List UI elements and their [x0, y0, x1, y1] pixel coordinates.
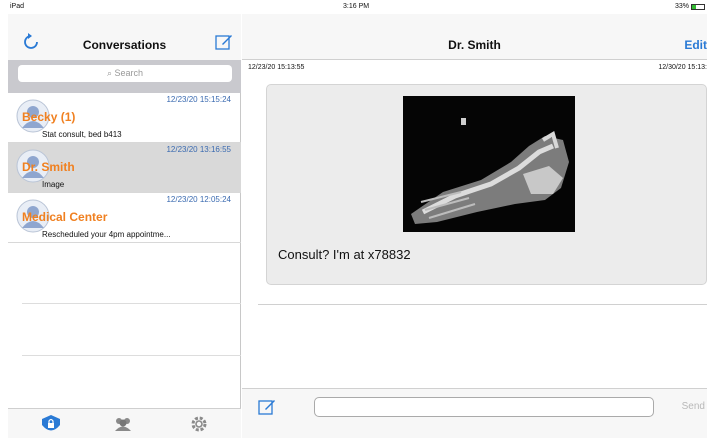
- clock: 3:16 PM: [343, 3, 370, 10]
- edit-button[interactable]: Edit: [684, 38, 707, 52]
- send-button[interactable]: Send: [682, 401, 705, 412]
- ipad-screen: iPad 3:16 PM 33% Conversations ⌕ Search: [8, 0, 707, 438]
- xray-image[interactable]: [403, 96, 575, 232]
- battery-percent: 33%: [674, 3, 689, 10]
- list-separator: [22, 303, 241, 304]
- message-input[interactable]: [314, 397, 654, 417]
- message-divider: [258, 304, 707, 305]
- conversation-item-dr-smith[interactable]: 12/23/20 13:16:55 Dr. Smith Image: [8, 143, 241, 193]
- conversation-preview: Image: [42, 180, 65, 189]
- battery-icon: [691, 3, 705, 10]
- conversation-name: Dr. Smith: [22, 160, 75, 174]
- attach-compose-icon[interactable]: [258, 398, 276, 416]
- compose-icon[interactable]: [215, 33, 233, 51]
- conversation-time: 12/23/20 12:05:24: [166, 195, 231, 204]
- message-timestamp: 12/23/20 15:13:55: [248, 64, 305, 71]
- message-timestamp-right: 12/30/20 15:13:: [658, 64, 707, 71]
- list-separator: [22, 355, 241, 356]
- chat-title: Dr. Smith: [448, 38, 501, 52]
- chat-pane: Dr. Smith Edit 12/23/20 15:13:55 12/30/2…: [242, 14, 707, 438]
- conversation-preview: Stat consult, bed b413: [42, 130, 122, 139]
- device-label: iPad: [10, 3, 25, 10]
- message-bubble[interactable]: Consult? I'm at x78832: [266, 84, 707, 285]
- search-placeholder: Search: [114, 68, 144, 78]
- search-icon: ⌕: [106, 68, 112, 78]
- search-bar: ⌕ Search: [8, 60, 241, 93]
- message-text: Consult? I'm at x78832: [278, 247, 411, 262]
- status-bar: iPad 3:16 PM 33%: [8, 0, 707, 14]
- conversation-list-header: Conversations: [8, 14, 241, 60]
- chat-header: Dr. Smith Edit: [242, 14, 707, 60]
- conversation-name: Medical Center: [22, 210, 108, 224]
- page-title: Conversations: [82, 38, 167, 52]
- conversation-item-medical-center[interactable]: 12/23/20 12:05:24 Medical Center Resched…: [8, 193, 241, 243]
- gear-icon[interactable]: [188, 414, 210, 434]
- battery-indicator: 33%: [675, 3, 705, 10]
- compose-bar: Send: [242, 388, 707, 438]
- conversation-name: Becky (1): [22, 110, 76, 124]
- conversation-list-pane: Conversations ⌕ Search 12/23/20 15:15:24…: [8, 14, 241, 438]
- search-input[interactable]: ⌕ Search: [18, 65, 232, 82]
- conversation-preview: Rescheduled your 4pm appointme...: [42, 230, 171, 239]
- conversation-time: 12/23/20 13:16:55: [166, 145, 231, 154]
- conversation-item-becky[interactable]: 12/23/20 15:15:24 Becky (1) Stat consult…: [8, 93, 241, 143]
- tab-bar: [8, 408, 241, 438]
- conversation-time: 12/23/20 15:15:24: [166, 95, 231, 104]
- group-icon[interactable]: [112, 414, 134, 434]
- lock-icon[interactable]: [40, 414, 62, 434]
